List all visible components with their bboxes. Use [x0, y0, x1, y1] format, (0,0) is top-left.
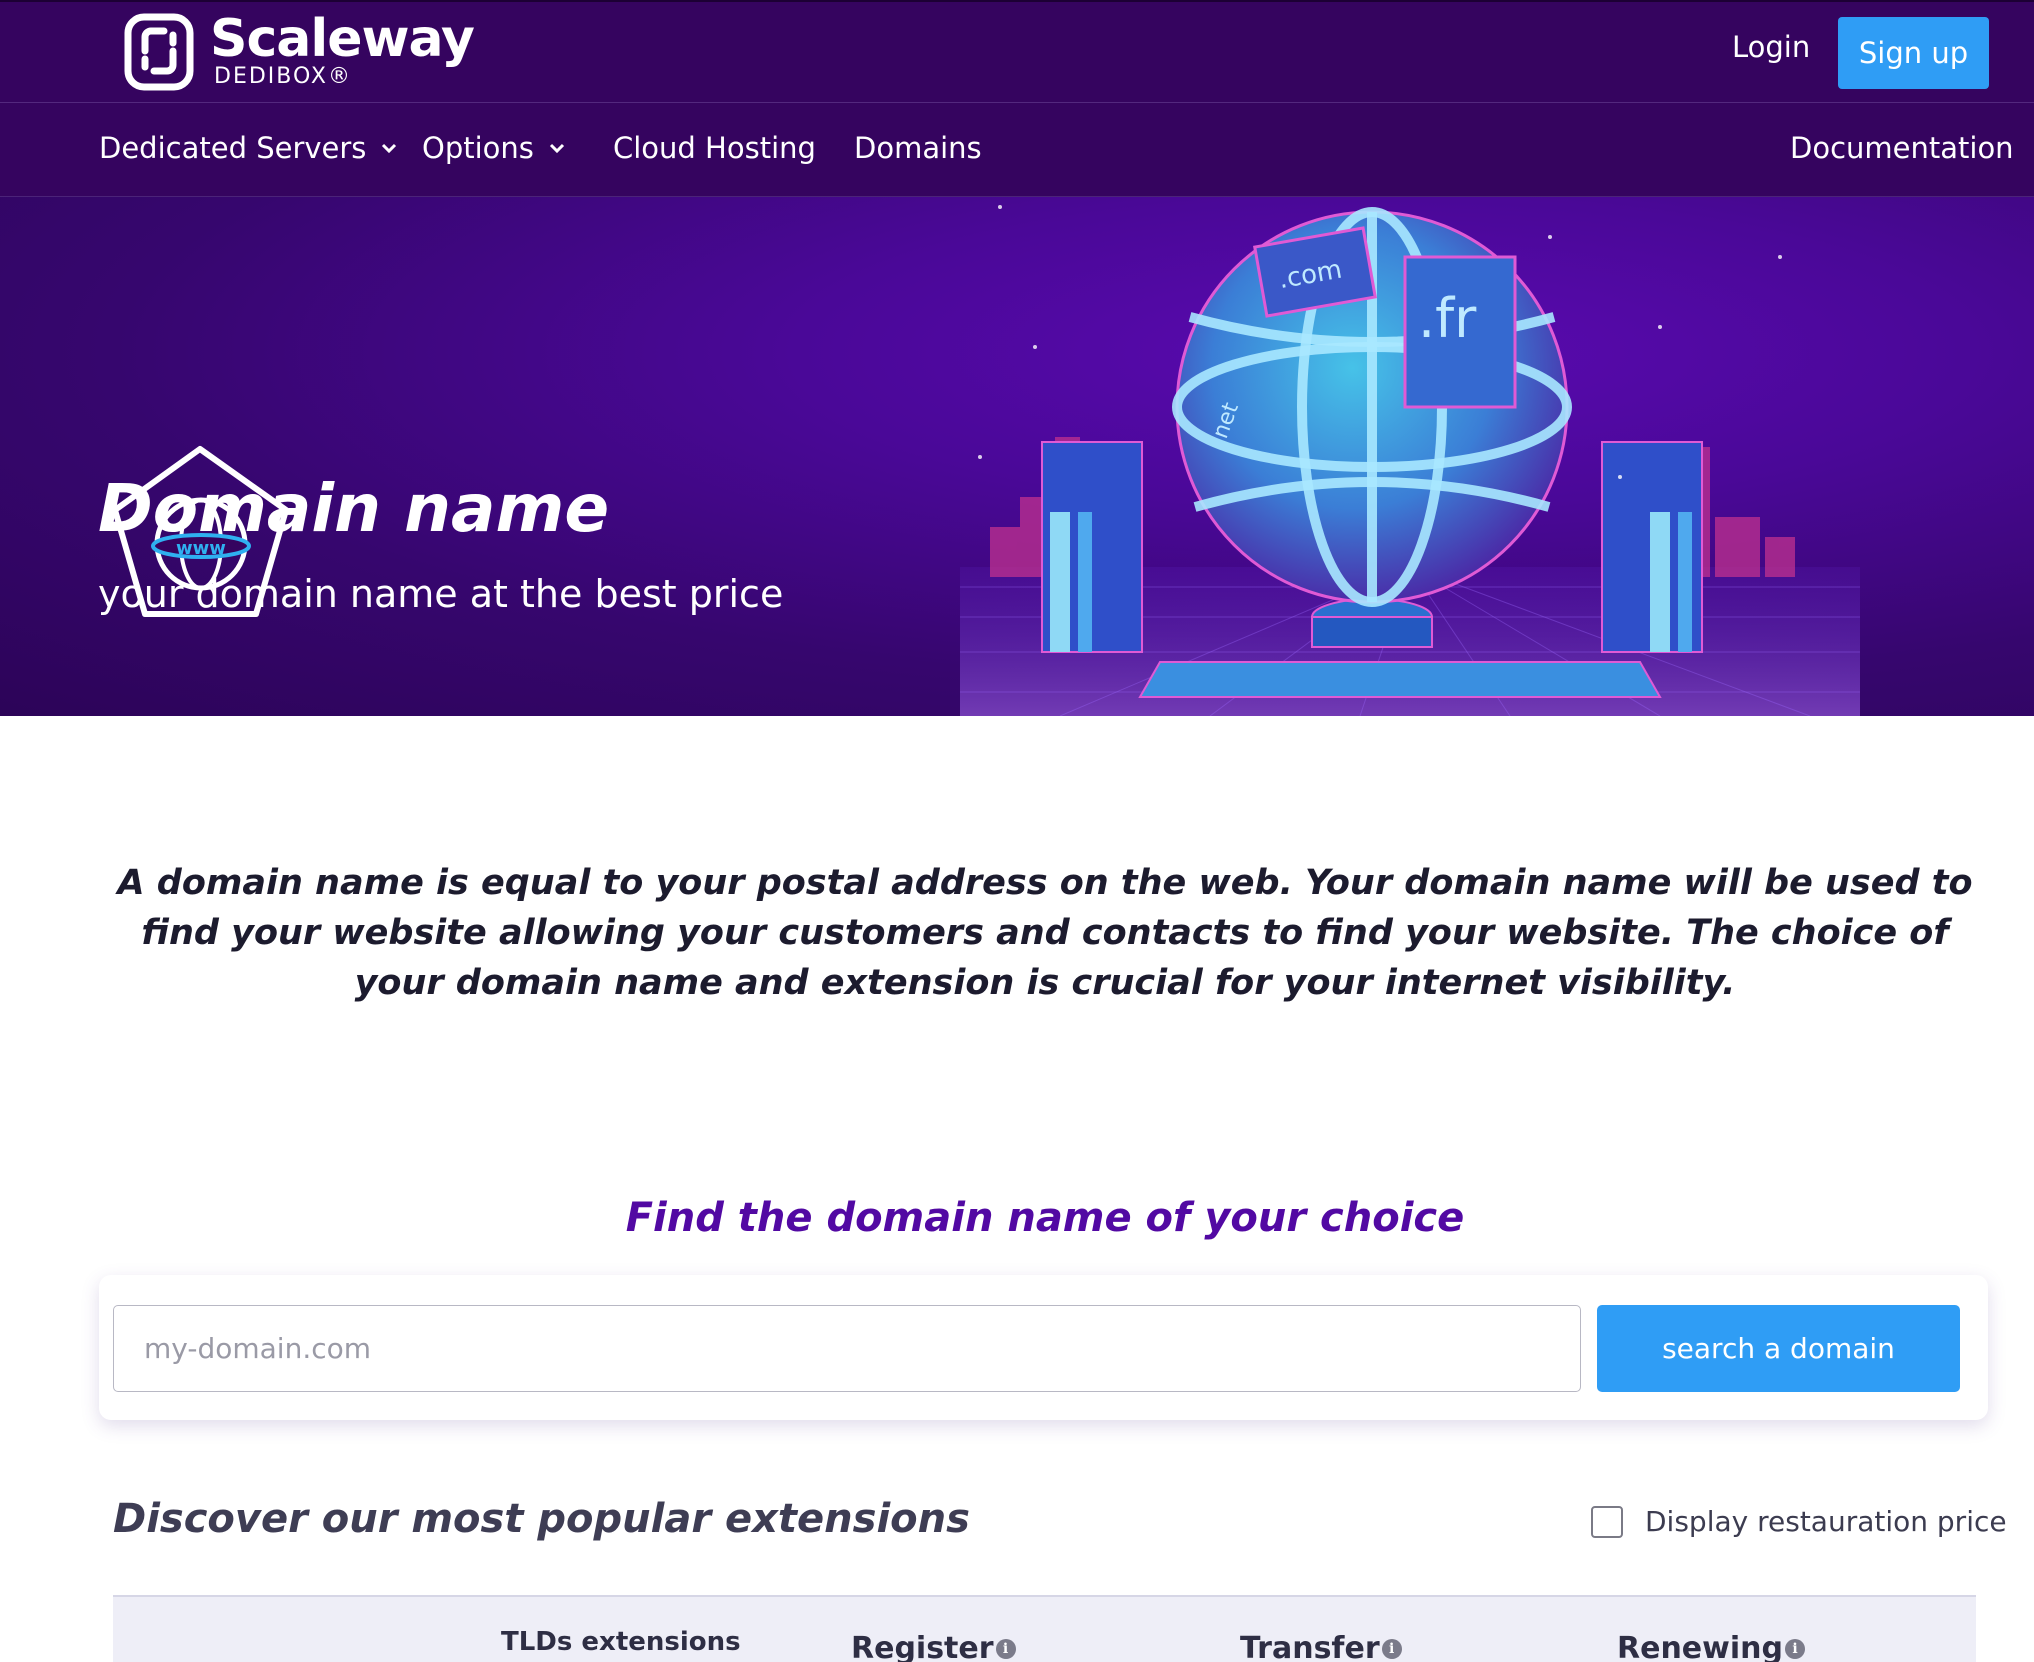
signup-button[interactable]: Sign up — [1838, 17, 1989, 89]
column-header-register: Register i — [851, 1631, 1016, 1662]
info-icon[interactable]: i — [995, 1638, 1016, 1659]
hero-subtitle: your domain name at the best price — [98, 572, 784, 616]
domain-search-card: search a domain — [99, 1275, 1988, 1420]
nav-item-label: Dedicated Servers — [99, 131, 367, 165]
domain-search-input[interactable] — [113, 1305, 1581, 1392]
nav-item-label: Cloud Hosting — [613, 131, 816, 165]
scaleway-logo-icon — [124, 13, 194, 91]
column-header-transfer: Transfer i — [1240, 1631, 1402, 1662]
svg-text:.fr: .fr — [1418, 287, 1477, 350]
restore-price-toggle[interactable]: Display restauration price — [1591, 1505, 2007, 1538]
column-header-label: Register — [851, 1631, 994, 1662]
restore-price-label: Display restauration price — [1645, 1505, 2007, 1538]
info-icon[interactable]: i — [1784, 1638, 1805, 1659]
column-header-label: Transfer — [1240, 1631, 1380, 1662]
column-header-label: Renewing — [1617, 1631, 1783, 1662]
restore-price-checkbox[interactable] — [1591, 1505, 1623, 1538]
column-header-label: TLDs extensions — [501, 1627, 741, 1657]
chevron-down-icon — [549, 143, 564, 154]
search-domain-button[interactable]: search a domain — [1597, 1305, 1960, 1392]
chevron-down-icon — [382, 143, 397, 154]
scaleway-logo[interactable]: Scaleway DEDIBOX® — [124, 6, 475, 96]
extensions-title: Discover our most popular extensions — [113, 1496, 970, 1542]
extensions-table-header: TLDs extensions Register i Transfer i Re… — [113, 1595, 1976, 1662]
hero-banner: .com .fr net www Domain name your domain… — [0, 197, 2034, 716]
nav-item-domains[interactable]: Domains — [854, 131, 982, 165]
nav-item-dedicated-servers[interactable]: Dedicated Servers — [99, 131, 398, 165]
nav-item-options[interactable]: Options — [422, 131, 566, 165]
intro-text: A domain name is equal to your postal ad… — [117, 863, 1973, 1003]
hero-title: Domain name — [98, 470, 610, 547]
logo-name: Scaleway — [210, 9, 475, 69]
nav-item-cloud-hosting[interactable]: Cloud Hosting — [613, 131, 816, 165]
globe-illustration: .com .fr net — [960, 205, 1860, 716]
top-bar: Scaleway DEDIBOX® Login Sign up — [0, 0, 2034, 103]
column-header-tlds: TLDs extensions — [501, 1627, 741, 1657]
nav-item-label: Documentation — [1790, 131, 2014, 165]
info-icon[interactable]: i — [1381, 1638, 1402, 1659]
nav-item-label: Options — [422, 131, 534, 165]
search-section-title: Find the domain name of your choice — [625, 1195, 1465, 1241]
login-link[interactable]: Login — [1732, 30, 1810, 64]
column-header-renewing: Renewing i — [1617, 1631, 1805, 1662]
nav-item-label: Domains — [854, 131, 982, 165]
nav-item-documentation[interactable]: Documentation — [1790, 131, 2014, 165]
main-nav: Dedicated Servers Options Cloud Hosting … — [0, 103, 2034, 197]
